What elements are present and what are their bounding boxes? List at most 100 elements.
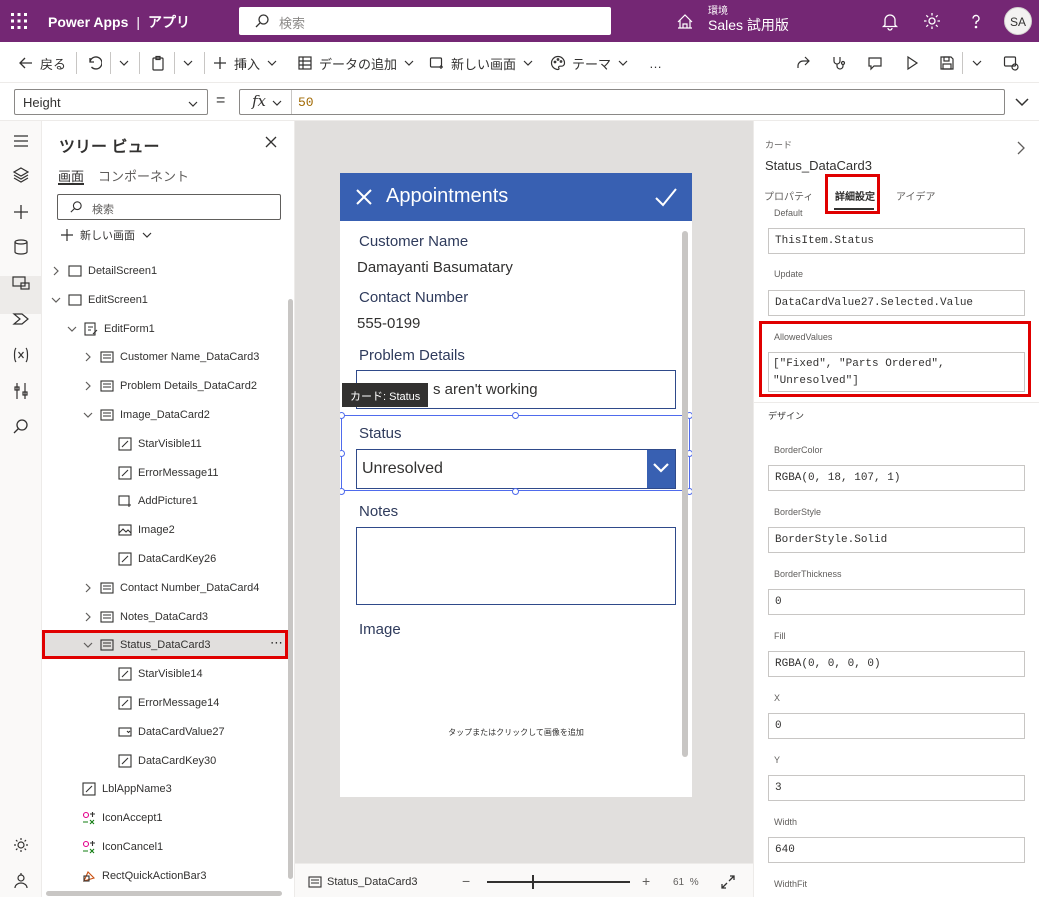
tree-node-datacardkey26[interactable]: DataCardKey26 bbox=[118, 545, 216, 573]
paste-button[interactable] bbox=[150, 53, 172, 73]
zoom-slider[interactable] bbox=[487, 881, 630, 883]
app-checker-button[interactable] bbox=[831, 53, 853, 73]
update-field[interactable]: DataCardValue27.Selected.Value bbox=[768, 290, 1025, 316]
help-icon[interactable] bbox=[966, 11, 986, 31]
publish-button[interactable] bbox=[1003, 53, 1025, 73]
add-data-button[interactable]: データの追加 bbox=[297, 53, 421, 73]
settings-icon[interactable] bbox=[11, 835, 31, 855]
more-commands-button[interactable]: … bbox=[649, 53, 662, 73]
default-field[interactable]: ThisItem.Status bbox=[768, 228, 1025, 254]
tree-node-contact-number-datacard4[interactable]: Contact Number_DataCard4 bbox=[82, 574, 259, 602]
undo-button[interactable] bbox=[86, 53, 108, 73]
tree-node-image2[interactable]: Image2 bbox=[118, 516, 175, 544]
insert-button[interactable]: 挿入 bbox=[212, 53, 284, 73]
brand-name[interactable]: Power Apps bbox=[48, 14, 128, 30]
borderthickness-field[interactable]: 0 bbox=[768, 589, 1025, 615]
notes-input[interactable] bbox=[356, 527, 676, 605]
redo-dropdown[interactable] bbox=[118, 53, 136, 73]
tree-node-notes-datacard3[interactable]: Notes_DataCard3 bbox=[82, 603, 208, 631]
chevron-right-icon[interactable] bbox=[82, 380, 94, 392]
preview-button[interactable] bbox=[904, 53, 926, 73]
power-automate-icon[interactable] bbox=[11, 309, 31, 329]
tree-node-detailscreen1[interactable]: DetailScreen1 bbox=[50, 257, 157, 285]
app-screen[interactable]: Appointments Customer Name Damayanti Bas… bbox=[340, 173, 692, 797]
tab-ideas[interactable]: アイデア bbox=[896, 188, 936, 203]
accept-icon[interactable] bbox=[654, 187, 678, 207]
tree-horizontal-scrollbar[interactable] bbox=[46, 891, 282, 896]
save-button[interactable] bbox=[939, 53, 961, 73]
tree-search-input[interactable]: 検索 bbox=[57, 194, 281, 220]
notifications-icon[interactable] bbox=[880, 11, 900, 31]
tree-node-editscreen1[interactable]: EditScreen1 bbox=[50, 286, 148, 314]
media-icon[interactable] bbox=[11, 273, 31, 293]
tree-scrollbar[interactable] bbox=[288, 299, 293, 879]
y-field[interactable]: 3 bbox=[768, 775, 1025, 801]
resize-handle[interactable] bbox=[512, 412, 519, 419]
x-field[interactable]: 0 bbox=[768, 713, 1025, 739]
tree-node-iconaccept1[interactable]: IconAccept1 bbox=[82, 804, 163, 832]
tree-node-problem-details-datacard2[interactable]: Problem Details_DataCard2 bbox=[82, 372, 257, 400]
tree-node-starvisible11[interactable]: StarVisible11 bbox=[118, 430, 202, 458]
close-icon[interactable] bbox=[265, 136, 277, 148]
zoom-slider-thumb[interactable] bbox=[532, 875, 534, 889]
cancel-icon[interactable] bbox=[354, 187, 374, 207]
back-button[interactable]: 戻る bbox=[18, 53, 66, 73]
tree-node-addpicture1[interactable]: AddPicture1 bbox=[118, 487, 198, 515]
tree-node-rectquickactionbar3[interactable]: RectQuickActionBar3 bbox=[82, 862, 207, 890]
app-crumb[interactable]: アプリ bbox=[148, 14, 190, 30]
tree-node-errormessage11[interactable]: ErrorMessage11 bbox=[118, 459, 219, 487]
add-image-hint[interactable]: タップまたはクリックして画像を追加 bbox=[340, 727, 692, 738]
tree-node-image-datacard2[interactable]: Image_DataCard2 bbox=[82, 401, 210, 429]
resize-handle[interactable] bbox=[512, 488, 519, 495]
global-search-input[interactable]: 検索 bbox=[239, 7, 611, 35]
fit-to-window-icon[interactable] bbox=[721, 875, 735, 889]
chevron-down-icon[interactable] bbox=[82, 409, 94, 421]
variables-icon[interactable] bbox=[11, 345, 31, 365]
tree-node-errormessage14[interactable]: ErrorMessage14 bbox=[118, 689, 219, 717]
zoom-out-button[interactable]: − bbox=[462, 873, 470, 889]
chevron-down-icon[interactable] bbox=[66, 323, 78, 335]
hamburger-icon[interactable] bbox=[11, 131, 31, 151]
insert-icon[interactable] bbox=[11, 202, 31, 222]
app-launcher-icon[interactable] bbox=[10, 12, 28, 30]
borderstyle-field[interactable]: BorderStyle.Solid bbox=[768, 527, 1025, 553]
theme-button[interactable]: テーマ bbox=[550, 53, 635, 73]
tree-node-datacardvalue27[interactable]: DataCardValue27 bbox=[118, 718, 225, 746]
data-icon[interactable] bbox=[11, 237, 31, 257]
formula-value[interactable]: 50 bbox=[298, 95, 314, 110]
comments-button[interactable] bbox=[867, 53, 889, 73]
tree-node-customer-name-datacard3[interactable]: Customer Name_DataCard3 bbox=[82, 343, 259, 371]
layers-icon[interactable] bbox=[11, 165, 31, 185]
virtual-agent-icon[interactable] bbox=[11, 871, 31, 891]
share-button[interactable] bbox=[795, 53, 817, 73]
width-field[interactable]: 640 bbox=[768, 837, 1025, 863]
chevron-right-icon[interactable] bbox=[82, 582, 94, 594]
search-icon[interactable] bbox=[11, 417, 31, 437]
form-scrollbar[interactable] bbox=[682, 231, 688, 757]
formula-input[interactable]: fx 50 bbox=[239, 89, 1005, 115]
zoom-in-button[interactable]: + bbox=[642, 873, 650, 889]
bordercolor-field[interactable]: RGBA(0, 18, 107, 1) bbox=[768, 465, 1025, 491]
chevron-right-icon[interactable] bbox=[82, 611, 94, 623]
tree-node-lblappname3[interactable]: LblAppName3 bbox=[82, 775, 172, 803]
new-screen-button[interactable]: 新しい画面 bbox=[429, 53, 540, 73]
tree-node-iconcancel1[interactable]: IconCancel1 bbox=[82, 833, 163, 861]
chevron-right-icon[interactable] bbox=[82, 351, 94, 363]
expand-formula-icon[interactable] bbox=[1014, 96, 1030, 108]
property-select[interactable]: Height bbox=[14, 89, 208, 115]
tab-properties[interactable]: プロパティ bbox=[764, 188, 813, 203]
tree-node-datacardkey30[interactable]: DataCardKey30 bbox=[118, 747, 216, 775]
environment-name[interactable]: Sales 試用版 bbox=[708, 15, 789, 35]
advanced-tools-icon[interactable] bbox=[11, 381, 31, 401]
avatar[interactable]: SA bbox=[1004, 7, 1032, 35]
selected-control-breadcrumb[interactable]: Status_DataCard3 bbox=[327, 876, 418, 888]
tab-components[interactable]: コンポーネント bbox=[98, 166, 189, 185]
resize-handle[interactable] bbox=[340, 488, 345, 495]
new-screen-button[interactable]: 新しい画面 bbox=[60, 227, 159, 243]
fill-field[interactable]: RGBA(0, 0, 0, 0) bbox=[768, 651, 1025, 677]
settings-icon[interactable] bbox=[922, 11, 942, 31]
tree-node-starvisible14[interactable]: StarVisible14 bbox=[118, 660, 203, 688]
chevron-down-icon[interactable] bbox=[50, 294, 62, 306]
tree-node-editform1[interactable]: EditForm1 bbox=[66, 315, 155, 343]
chevron-right-icon[interactable] bbox=[50, 265, 62, 277]
